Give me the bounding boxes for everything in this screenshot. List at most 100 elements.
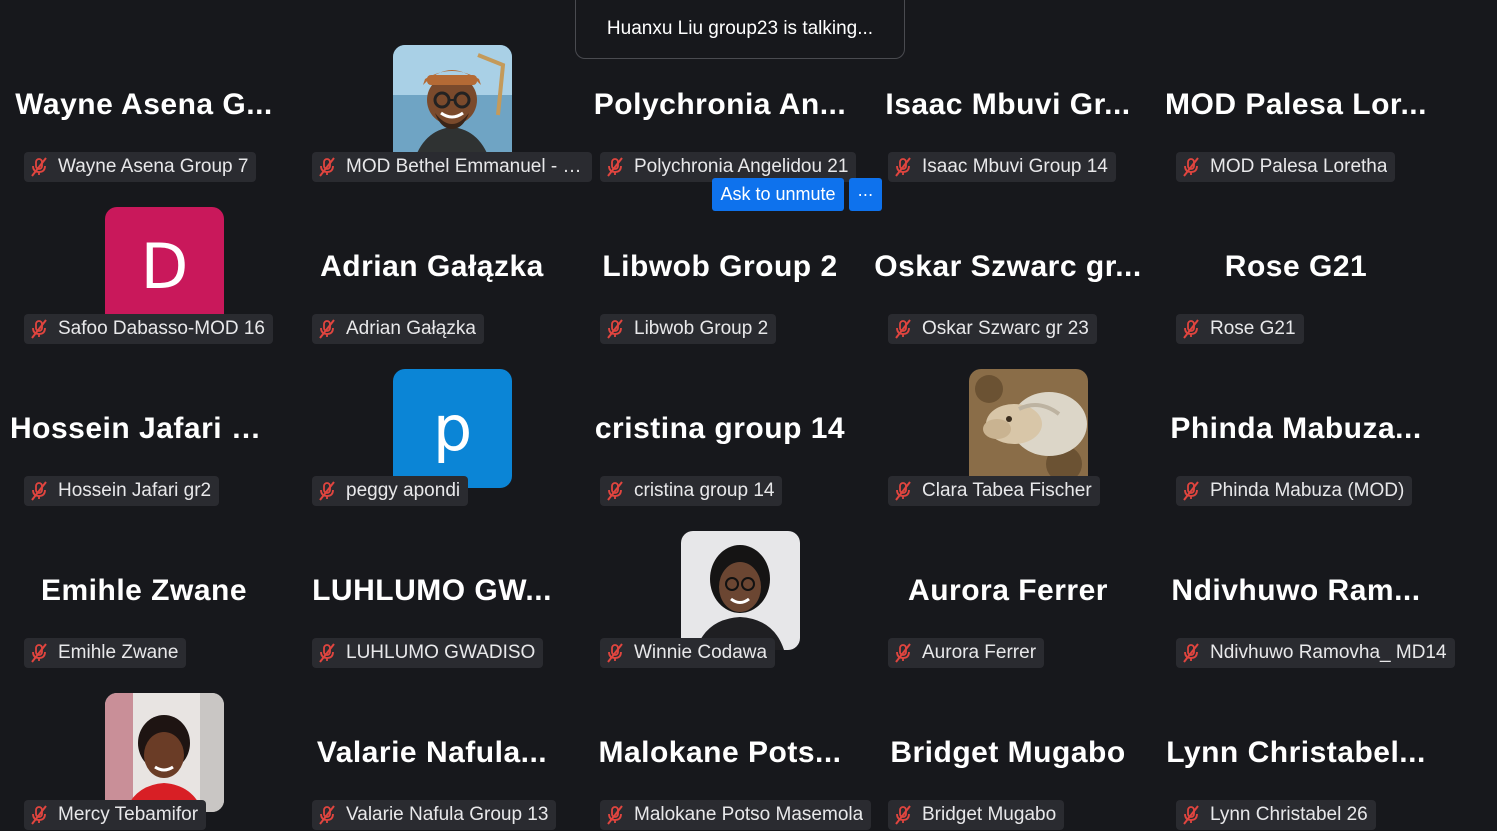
participant-name-tag: Mercy Tebamifor: [24, 800, 207, 830]
muted-mic-icon: [892, 156, 922, 178]
participant-name-label: Ndivhuwo Ramovha_ MD14: [1210, 642, 1447, 663]
participant-tile-rose-g21[interactable]: Rose G21 Rose G21: [1152, 177, 1440, 344]
muted-mic-icon: [892, 804, 922, 826]
avatar: D: [105, 207, 224, 326]
muted-mic-icon: [604, 804, 634, 826]
avatar-initial: D: [140, 229, 189, 303]
participant-name-label: Polychronia Angelidou 21: [634, 156, 849, 177]
participant-tile-winnie-codawa[interactable]: Winnie Codawa: [576, 501, 864, 668]
participant-tile-bridget-mugabo[interactable]: Bridget Mugabo Bridget Mugabo: [864, 663, 1152, 830]
ask-to-unmute-button[interactable]: Ask to unmute: [712, 178, 844, 211]
participant-tile-mod-palesa-loretha[interactable]: MOD Palesa Lor... MOD Palesa Loretha: [1152, 15, 1440, 182]
participant-name-label: Emihle Zwane: [58, 642, 179, 663]
participant-name-label: Valarie Nafula Group 13: [346, 804, 549, 825]
participant-display-name: Ndivhuwo Ram...: [1171, 574, 1421, 607]
muted-mic-icon: [604, 156, 634, 178]
participant-name-label: Rose G21: [1210, 318, 1296, 339]
participant-tile-lynn-christabel-26[interactable]: Lynn Christabel... Lynn Christabel 26: [1152, 663, 1440, 830]
muted-mic-icon: [316, 804, 346, 826]
participant-display-name: Libwob Group 2: [602, 250, 838, 283]
muted-mic-icon: [604, 318, 634, 340]
participant-tile-clara-tabea-fischer[interactable]: Clara Tabea Fischer: [864, 339, 1152, 506]
muted-mic-icon: [316, 156, 346, 178]
muted-mic-icon: [604, 642, 634, 664]
participant-display-name: Phinda Mabuza...: [1170, 412, 1422, 445]
participant-tile-malokane-potso-masemola[interactable]: Malokane Pots... Malokane Potso Masemola: [576, 663, 872, 830]
participant-tile-valarie-nafula-group-13[interactable]: Valarie Nafula... Valarie Nafula Group 13: [288, 663, 576, 830]
participant-tile-phinda-mabuza-mod[interactable]: Phinda Mabuza... Phinda Mabuza (MOD): [1152, 339, 1440, 506]
participant-name-label: peggy apondi: [346, 480, 461, 501]
participant-name-label: Hossein Jafari gr2: [58, 480, 212, 501]
participant-display-name: LUHLUMO GW...: [312, 574, 552, 607]
participant-name-label: Phinda Mabuza (MOD): [1210, 480, 1405, 501]
avatar-initial: p: [432, 391, 473, 465]
participant-name-label: MOD Bethel Emmanuel - Gr...: [346, 156, 584, 177]
participant-display-name: Valarie Nafula...: [316, 736, 548, 769]
participant-name-tag: Lynn Christabel 26: [1176, 800, 1376, 830]
muted-mic-icon: [892, 480, 922, 502]
participant-display-name: MOD Palesa Lor...: [1165, 88, 1427, 121]
participant-tile-cristina-group-14[interactable]: cristina group 14 cristina group 14: [576, 339, 864, 506]
participant-tile-aurora-ferrer[interactable]: Aurora Ferrer Aurora Ferrer: [864, 501, 1152, 668]
participant-name-label: Winnie Codawa: [634, 642, 768, 663]
avatar: p: [393, 369, 512, 488]
avatar: [681, 531, 800, 650]
participant-tile-adrian-ga-zka[interactable]: Adrian Gałązka Adrian Gałązka: [288, 177, 576, 344]
muted-mic-icon: [604, 480, 634, 502]
participant-tile-mod-bethel-emmanuel-gr[interactable]: MOD Bethel Emmanuel - Gr...: [288, 15, 592, 182]
participant-display-name: Wayne Asena G...: [15, 88, 273, 121]
muted-mic-icon: [316, 480, 346, 502]
participant-tile-hossein-jafari-gr2[interactable]: Hossein Jafari gr2 Hossein Jafari gr2: [0, 339, 288, 506]
participant-name-label: Oskar Szwarc gr 23: [922, 318, 1089, 339]
muted-mic-icon: [28, 480, 58, 502]
participant-name-label: Isaac Mbuvi Group 14: [922, 156, 1108, 177]
muted-mic-icon: [1180, 642, 1210, 664]
muted-mic-icon: [892, 642, 922, 664]
participant-name-label: MOD Palesa Loretha: [1210, 156, 1388, 177]
participant-tile-wayne-asena-group-7[interactable]: Wayne Asena G... Wayne Asena Group 7: [0, 15, 288, 182]
participant-name-tag: Bridget Mugabo: [888, 800, 1065, 830]
participant-tile-peggy-apondi[interactable]: p peggy apondi: [288, 339, 576, 506]
muted-mic-icon: [316, 318, 346, 340]
participant-tile-luhlumo-gwadiso[interactable]: LUHLUMO GW... LUHLUMO GWADISO: [288, 501, 576, 668]
muted-mic-icon: [1180, 318, 1210, 340]
participant-grid: Wayne Asena G... Wayne Asena Group 7 MOD B…: [0, 0, 1497, 831]
participant-name-label: Clara Tabea Fischer: [922, 480, 1092, 501]
muted-mic-icon: [892, 318, 922, 340]
participant-display-name: Rose G21: [1224, 250, 1368, 283]
participant-name-label: Lynn Christabel 26: [1210, 804, 1368, 825]
participant-name-label: LUHLUMO GWADISO: [346, 642, 536, 663]
participant-name-label: Libwob Group 2: [634, 318, 769, 339]
participant-name-label: Aurora Ferrer: [922, 642, 1037, 663]
avatar: [393, 45, 512, 164]
participant-name-tag: Valarie Nafula Group 13: [312, 800, 557, 830]
participant-name-label: Safoo Dabasso-MOD 16: [58, 318, 265, 339]
participant-name-label: Wayne Asena Group 7: [58, 156, 249, 177]
participant-tile-ndivhuwo-ramovha-md14[interactable]: Ndivhuwo Ram... Ndivhuwo Ramovha_ MD14: [1152, 501, 1455, 668]
participant-tile-oskar-szwarc-gr-23[interactable]: Oskar Szwarc gr... Oskar Szwarc gr 23: [864, 177, 1152, 344]
avatar: [969, 369, 1088, 488]
more-options-button[interactable]: ⋯: [849, 178, 882, 211]
participant-display-name: Lynn Christabel...: [1166, 736, 1426, 769]
participant-display-name: Malokane Pots...: [598, 736, 842, 769]
participant-display-name: Adrian Gałązka: [320, 250, 544, 283]
participant-name-label: Bridget Mugabo: [922, 804, 1057, 825]
muted-mic-icon: [1180, 804, 1210, 826]
muted-mic-icon: [1180, 480, 1210, 502]
participant-tile-mercy-tebamifor[interactable]: Mercy Tebamifor: [0, 663, 288, 830]
participant-tile-isaac-mbuvi-group-14[interactable]: Isaac Mbuvi Gr... Isaac Mbuvi Group 14: [864, 15, 1152, 182]
talking-indicator: Huanxu Liu group23 is talking...: [575, 0, 905, 59]
avatar: [105, 693, 224, 812]
muted-mic-icon: [28, 804, 58, 826]
participant-display-name: Emihle Zwane: [40, 574, 248, 607]
participant-tile-emihle-zwane[interactable]: Emihle Zwane Emihle Zwane: [0, 501, 288, 668]
muted-mic-icon: [1180, 156, 1210, 178]
participant-display-name: Aurora Ferrer: [908, 574, 1108, 607]
participant-name-label: Mercy Tebamifor: [58, 804, 199, 825]
muted-mic-icon: [28, 156, 58, 178]
participant-name-label: cristina group 14: [634, 480, 775, 501]
participant-display-name: Oskar Szwarc gr...: [874, 250, 1142, 283]
muted-mic-icon: [316, 642, 346, 664]
participant-tile-safoo-dabasso-mod-16[interactable]: D Safoo Dabasso-MOD 16: [0, 177, 288, 344]
muted-mic-icon: [28, 318, 58, 340]
